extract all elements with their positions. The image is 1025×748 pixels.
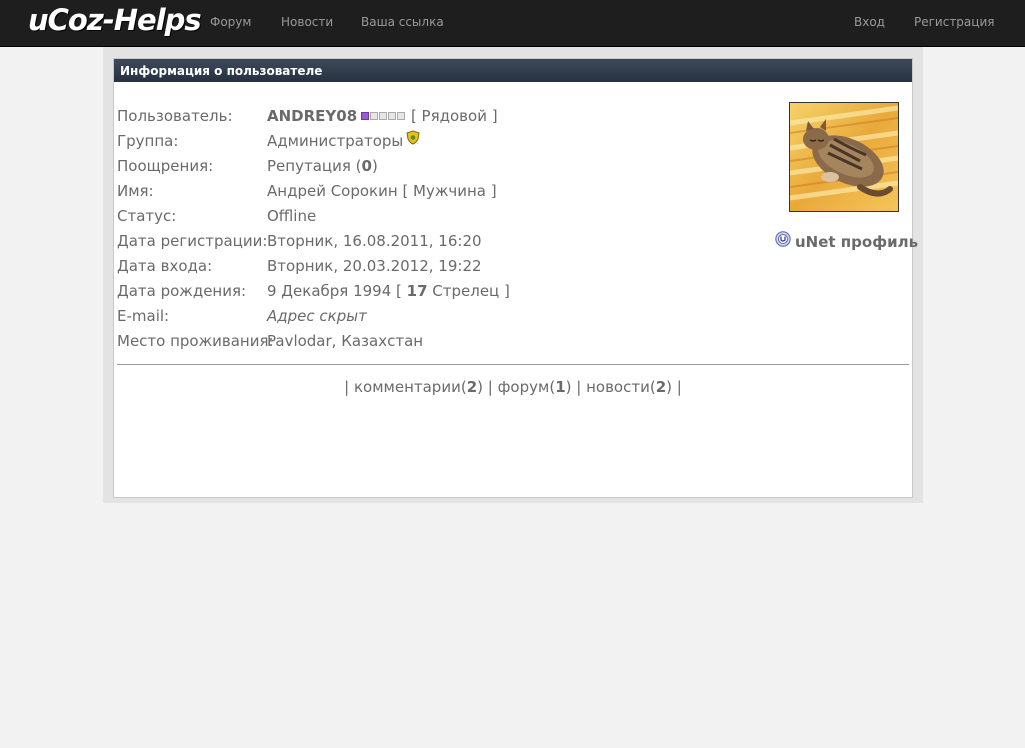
label-registration-date: Дата регистрации: <box>117 232 268 250</box>
forum-count: 1 <box>555 378 566 396</box>
admin-shield-icon <box>406 128 420 153</box>
link-separator: | <box>344 378 350 396</box>
comments-label: комментарии <box>353 378 461 396</box>
nav-your-link[interactable]: Ваша ссылка <box>361 15 444 29</box>
value-location: Pavlodar, Казахстан <box>267 332 424 350</box>
reputation-suffix: ) <box>371 157 378 175</box>
forum-label: форум <box>497 378 550 396</box>
zodiac-sign: Стрелец ] <box>427 282 510 300</box>
reputation-label: Репутация ( <box>267 157 362 175</box>
user-avatar <box>789 102 899 212</box>
news-label: новости <box>586 378 650 396</box>
nav-news-link[interactable]: Новости <box>281 15 333 29</box>
forum-posts-link[interactable]: форум(1) <box>498 378 572 396</box>
reputation-count: 0 <box>361 157 372 175</box>
label-username: Пользователь: <box>117 107 233 125</box>
label-email: E-mail: <box>117 307 170 325</box>
nav-forum-link[interactable]: Форум <box>210 15 251 29</box>
label-birthday: Дата рождения: <box>117 282 247 300</box>
label-status: Статус: <box>117 207 177 225</box>
rank-title: [ Рядовой ] <box>410 107 498 125</box>
value-group: Администраторы <box>267 129 420 154</box>
user-info-panel: Информация о пользователе Пользователь: … <box>113 58 918 498</box>
label-group: Группа: <box>117 132 179 150</box>
panel-title: Информация о пользователе <box>114 59 912 82</box>
nav-login-link[interactable]: Вход <box>854 15 885 29</box>
nav-register-link[interactable]: Регистрация <box>914 15 994 29</box>
site-logo[interactable]: uCoz-Helps <box>28 3 202 37</box>
rank-pip-icon <box>361 111 370 120</box>
link-separator: | <box>487 378 493 396</box>
age: 17 <box>406 282 428 300</box>
username: ANDREY08 <box>267 107 358 125</box>
value-email: Адрес скрыт <box>267 307 367 325</box>
label-name: Имя: <box>117 182 154 200</box>
activity-links: | комментарии(2) | форум(1) | новости(2)… <box>114 378 912 396</box>
label-rewards: Поощрения: <box>117 157 214 175</box>
value-name: Андрей Сорокин [ Мужчина ] <box>267 182 497 200</box>
link-separator: | <box>676 378 682 396</box>
group-name: Администраторы <box>267 132 404 150</box>
value-birthday: 9 Декабря 1994 [ 17 Стрелец ] <box>267 279 510 304</box>
unet-icon <box>775 231 791 251</box>
top-nav-bar: uCoz-Helps Форум Новости Ваша ссылка Вхо… <box>0 0 1025 47</box>
news-count: 2 <box>655 378 667 396</box>
rank-pip-icon <box>388 111 397 120</box>
value-login-date: Вторник, 20.03.2012, 19:22 <box>267 257 482 275</box>
value-registration-date: Вторник, 16.08.2011, 16:20 <box>267 232 482 250</box>
rank-pip-icon <box>379 111 388 120</box>
rank-bar <box>361 103 406 128</box>
value-rewards[interactable]: Репутация (0) <box>267 154 378 179</box>
unet-profile-link[interactable]: uNet профиль <box>775 231 919 251</box>
section-divider <box>117 364 909 365</box>
birthday-date: 9 Декабря 1994 [ <box>267 282 407 300</box>
comments-link[interactable]: комментарии(2) <box>354 378 483 396</box>
news-link[interactable]: новости(2) <box>586 378 672 396</box>
unet-profile-label: uNet профиль <box>795 233 919 251</box>
label-location: Место проживания: <box>117 332 274 350</box>
rank-pip-icon <box>370 111 379 120</box>
label-login-date: Дата входа: <box>117 257 213 275</box>
value-status: Offline <box>267 207 317 225</box>
rank-pip-icon <box>397 111 406 120</box>
value-username: ANDREY08 [ Рядовой ] <box>267 104 498 129</box>
link-separator: | <box>576 378 582 396</box>
comments-count: 2 <box>466 378 478 396</box>
